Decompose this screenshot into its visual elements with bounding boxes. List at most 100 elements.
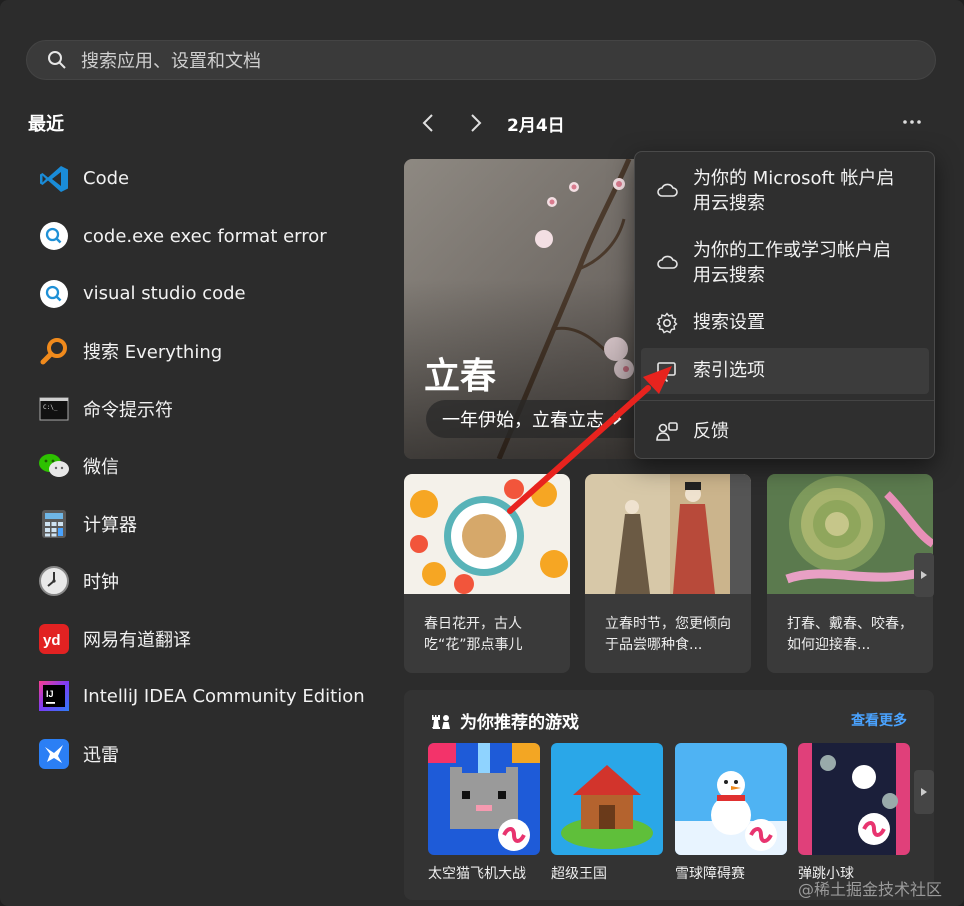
chevron-right-icon xyxy=(471,114,482,132)
search-box[interactable]: 搜索应用、设置和文档 xyxy=(26,40,936,80)
calculator-icon xyxy=(38,508,70,540)
menu-separator xyxy=(635,400,934,401)
menu-item-indexing-options[interactable]: 索引选项 xyxy=(641,348,929,394)
recent-item-intellij[interactable]: IJ IntelliJ IDEA Community Edition xyxy=(38,668,388,726)
gear-icon xyxy=(656,312,678,334)
recent-item-youdao[interactable]: yd 网易有道翻译 xyxy=(38,610,388,668)
news-card[interactable]: 打春、戴春、咬春，如何迎接春... xyxy=(767,474,933,673)
game-tile[interactable]: 雪球障碍赛 xyxy=(675,743,787,883)
game-tile[interactable]: 超级王国 xyxy=(551,743,663,883)
recent-item-cmd[interactable]: C:\_ 命令提示符 xyxy=(38,380,388,438)
recent-item-label: 网易有道翻译 xyxy=(83,629,191,651)
svg-text:yd: yd xyxy=(43,632,61,649)
games-title: 为你推荐的游戏 xyxy=(460,713,579,733)
recent-item-clock[interactable]: 时钟 xyxy=(38,553,388,611)
menu-item-label: 索引选项 xyxy=(693,360,765,381)
prev-button[interactable] xyxy=(415,108,441,138)
see-more-link[interactable]: 查看更多 xyxy=(851,710,907,730)
ancient-painting-image xyxy=(585,474,751,594)
recent-item-label: visual studio code xyxy=(83,283,246,305)
menu-item-label: 为你的工作或学习帐户启用云搜索 xyxy=(693,240,891,286)
menu-item-label: 为你的 Microsoft 帐户启用云搜索 xyxy=(693,168,895,214)
more-options-menu: 为你的 Microsoft 帐户启用云搜索 为你的工作或学习帐户启用云搜索 搜索… xyxy=(634,151,935,459)
start-search-panel: 搜索应用、设置和文档 最近 Code code.exe exec format … xyxy=(0,0,964,906)
more-options-button[interactable] xyxy=(897,108,927,136)
games-next-button[interactable] xyxy=(914,770,934,814)
indexing-icon xyxy=(657,362,676,383)
chevron-left-icon xyxy=(422,114,433,132)
next-button[interactable] xyxy=(463,108,489,138)
news-card-text: 打春、戴春、咬春，如何迎接春... xyxy=(787,616,913,653)
more-icon xyxy=(903,120,921,124)
cmd-icon: C:\_ xyxy=(38,393,70,425)
recent-item-web-search[interactable]: code.exe exec format error xyxy=(38,208,388,266)
vscode-icon xyxy=(38,163,70,195)
snowball-image xyxy=(675,743,787,855)
games-heading: 为你推荐的游戏 xyxy=(430,708,579,733)
recent-item-xunlei[interactable]: 迅雷 xyxy=(38,725,388,783)
feedback-icon xyxy=(656,422,678,441)
recent-item-label: 命令提示符 xyxy=(83,399,173,421)
youdao-icon: yd xyxy=(38,623,70,655)
recent-item-label: 迅雷 xyxy=(83,744,119,766)
svg-text:C:\_: C:\_ xyxy=(43,404,58,411)
game-name: 太空猫飞机大战 xyxy=(428,866,526,882)
news-card-text: 春日花开，古人吃“花”那点事儿 xyxy=(424,616,523,653)
bounce-ball-image xyxy=(798,743,910,855)
menu-item-cloud-msa[interactable]: 为你的 Microsoft 帐户启用云搜索 xyxy=(641,166,929,216)
watermark: @稀土掘金技术社区 xyxy=(798,880,943,899)
cloud-icon xyxy=(657,183,678,197)
tea-flowers-image xyxy=(404,474,570,594)
menu-item-label: 反馈 xyxy=(693,421,729,442)
news-card-text: 立春时节，您更倾向于品尝哪种食... xyxy=(605,616,731,653)
recent-item-label: 搜索 Everything xyxy=(83,342,223,364)
hero-subtitle: 一年伊始，立春立志 xyxy=(442,410,604,431)
super-kingdom-image xyxy=(551,743,663,855)
menu-item-feedback[interactable]: 反馈 xyxy=(641,419,929,444)
game-tile[interactable]: 太空猫飞机大战 xyxy=(428,743,540,883)
chevron-right-icon xyxy=(613,413,622,425)
recent-list: Code code.exe exec format error visual s… xyxy=(38,150,388,783)
web-search-icon xyxy=(38,278,70,310)
game-name: 超级王国 xyxy=(551,866,607,882)
search-icon xyxy=(48,51,66,69)
cloud-icon xyxy=(657,255,678,269)
everything-icon xyxy=(38,335,70,367)
clock-icon xyxy=(38,565,70,597)
hero-subtitle-chip[interactable]: 一年伊始，立春立志 xyxy=(426,400,652,438)
svg-text:IJ: IJ xyxy=(46,689,54,699)
recent-item-label: code.exe exec format error xyxy=(83,225,327,247)
hero-title: 立春 xyxy=(424,356,497,397)
recent-item-wechat[interactable]: 微信 xyxy=(38,438,388,496)
recent-item-code[interactable]: Code xyxy=(38,150,388,208)
caret-right-icon xyxy=(921,571,927,579)
recent-item-label: 时钟 xyxy=(83,572,119,594)
news-card[interactable]: 立春时节，您更倾向于品尝哪种食... xyxy=(585,474,751,673)
intellij-icon: IJ xyxy=(38,680,70,712)
menu-item-search-settings[interactable]: 搜索设置 xyxy=(641,310,929,335)
recent-item-web-search[interactable]: visual studio code xyxy=(38,265,388,323)
game-tile[interactable]: 弹跳小球 xyxy=(798,743,910,883)
recent-item-label: 微信 xyxy=(83,457,119,479)
flower-field-image xyxy=(767,474,933,594)
games-section: 为你推荐的游戏 查看更多 太空猫飞机大战 超级王国 雪球障碍赛 弹跳小球 xyxy=(404,690,934,900)
date-nav: 2月4日 xyxy=(415,108,565,138)
news-card[interactable]: 春日花开，古人吃“花”那点事儿 xyxy=(404,474,570,673)
space-cat-image xyxy=(428,743,540,855)
web-search-icon xyxy=(38,220,70,252)
recent-heading: 最近 xyxy=(28,114,64,135)
xunlei-icon xyxy=(38,738,70,770)
search-input[interactable]: 搜索应用、设置和文档 xyxy=(81,47,261,73)
caret-right-icon xyxy=(921,788,927,796)
menu-item-cloud-work[interactable]: 为你的工作或学习帐户启用云搜索 xyxy=(641,238,929,288)
game-name: 雪球障碍赛 xyxy=(675,866,745,882)
recent-item-calculator[interactable]: 计算器 xyxy=(38,495,388,553)
wechat-icon xyxy=(38,450,70,482)
recent-item-everything[interactable]: 搜索 Everything xyxy=(38,323,388,381)
cards-next-button[interactable] xyxy=(914,553,934,597)
recent-item-label: Code xyxy=(83,168,130,190)
date-label: 2月4日 xyxy=(507,115,565,136)
recent-item-label: IntelliJ IDEA Community Edition xyxy=(83,685,365,707)
recent-item-label: 计算器 xyxy=(83,514,137,536)
menu-item-label: 搜索设置 xyxy=(693,312,765,333)
